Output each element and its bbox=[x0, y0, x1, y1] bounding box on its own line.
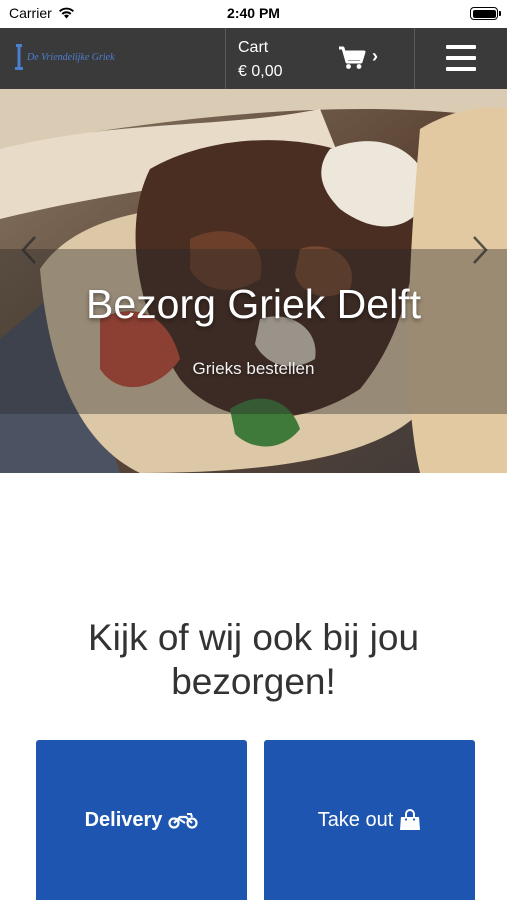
logo-icon bbox=[15, 44, 23, 70]
menu-button[interactable] bbox=[415, 28, 507, 89]
delivery-check-heading: Kijk of wij ook bij jou bezorgen! bbox=[87, 617, 420, 702]
app-header: De Vriendelijke Griek Cart € 0,00 › bbox=[0, 28, 507, 89]
cart-chevron-icon: › bbox=[372, 46, 378, 66]
hero-caption-band bbox=[0, 249, 507, 414]
motorcycle-icon bbox=[168, 813, 199, 829]
cart-icon bbox=[339, 46, 366, 69]
hero-slider: Bezorg Griek Delft Grieks bestellen bbox=[0, 89, 507, 473]
delivery-button[interactable]: Delivery bbox=[36, 740, 247, 900]
brand-logo[interactable]: De Vriendelijke Griek bbox=[14, 44, 115, 70]
status-time: 2:40 PM bbox=[227, 5, 280, 21]
battery-icon bbox=[470, 7, 501, 20]
cart-total: € 0,00 bbox=[238, 63, 283, 80]
cart-label: Cart bbox=[238, 39, 269, 56]
cart-button[interactable]: Cart € 0,00 › bbox=[226, 28, 414, 89]
takeout-button[interactable]: Take out bbox=[264, 740, 475, 900]
shopping-bag-icon bbox=[400, 809, 421, 830]
chevron-left-icon[interactable] bbox=[17, 235, 41, 265]
status-bar: Carrier 2:40 PM bbox=[0, 0, 507, 28]
hero-subtitle: Grieks bestellen bbox=[192, 359, 315, 378]
takeout-label: Take out bbox=[317, 808, 394, 831]
hero-title: Bezorg Griek Delft bbox=[86, 281, 421, 327]
cart-summary: Cart € 0,00 bbox=[238, 36, 282, 84]
chevron-right-icon[interactable] bbox=[468, 235, 492, 265]
logo-text: De Vriendelijke Griek bbox=[27, 51, 115, 63]
delivery-label: Delivery bbox=[84, 808, 163, 831]
